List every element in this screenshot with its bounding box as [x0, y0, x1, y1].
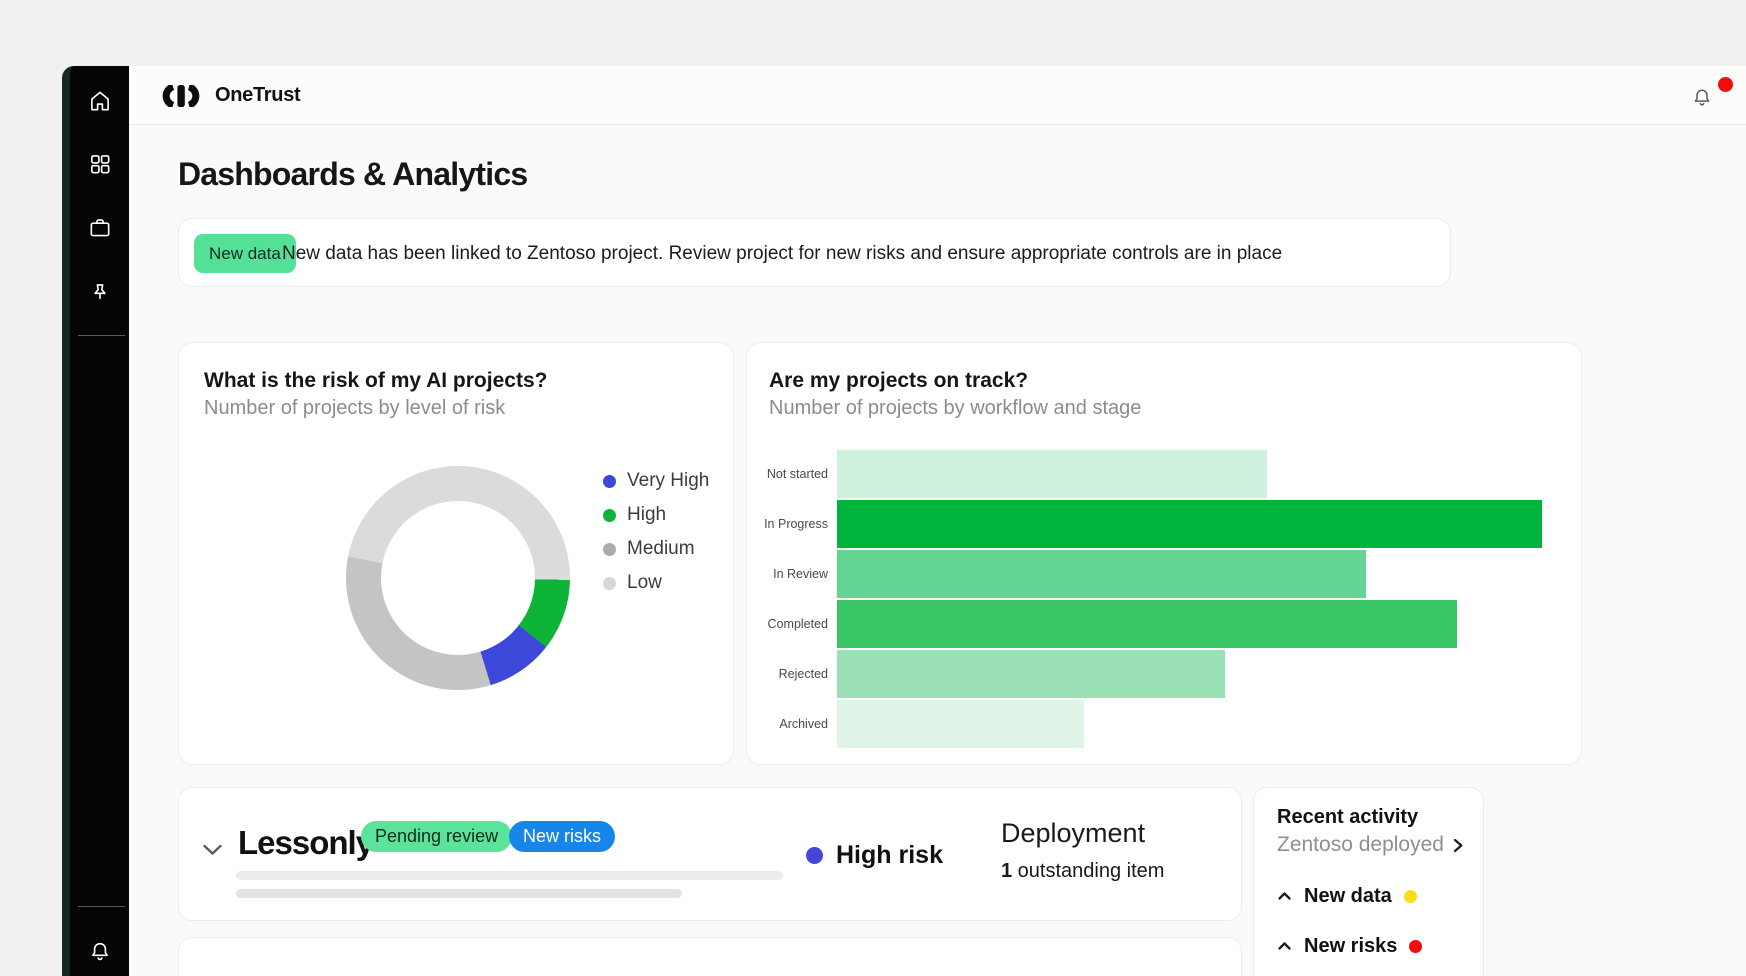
- bar-category-label: Completed: [751, 617, 828, 631]
- screen: OneTrust Dashboards & Analytics New data…: [0, 0, 1746, 976]
- home-icon[interactable]: [87, 88, 113, 114]
- outstanding-count: 1: [1001, 860, 1012, 882]
- new-data-badge: New data: [194, 234, 296, 273]
- bar-fill: [837, 700, 1084, 748]
- sidebar-divider-bottom: [78, 906, 125, 907]
- bar-track: [837, 550, 1542, 598]
- bar-category-label: In Review: [751, 567, 828, 581]
- bar-category-label: Not started: [751, 467, 828, 481]
- brand: OneTrust: [158, 84, 300, 107]
- bar-row-in-progress: In Progress: [751, 500, 1542, 548]
- risk-card-title: What is the risk of my AI projects?: [204, 369, 547, 393]
- high-risk-label: High risk: [836, 841, 943, 870]
- risk-donut-hole: [381, 501, 535, 655]
- bar-row-rejected: Rejected: [751, 650, 1542, 698]
- new-risks-badge: New risks: [509, 821, 615, 852]
- bar-row-completed: Completed: [751, 600, 1542, 648]
- legend-item-medium: Medium: [603, 539, 709, 559]
- zentoso-deployed-label: Zentoso deployed: [1277, 833, 1444, 857]
- project-name: Lessonly: [238, 824, 373, 862]
- bar-track: [837, 650, 1542, 698]
- skeleton-line-2: [236, 889, 682, 898]
- track-card-title: Are my projects on track?: [769, 369, 1028, 393]
- bar-fill: [837, 600, 1457, 648]
- bar-track: [837, 700, 1542, 748]
- chevron-right-icon: [1452, 837, 1464, 854]
- activity-item-new-risks[interactable]: New risks: [1277, 933, 1422, 959]
- high-risk-dot: [806, 847, 823, 864]
- risk-legend: Very High High Medium Low: [603, 471, 709, 607]
- legend-label: Low: [627, 572, 662, 594]
- notification-badge-dot: [1718, 77, 1733, 92]
- legend-label: Medium: [627, 538, 695, 560]
- track-chart-card: Are my projects on track? Number of proj…: [746, 342, 1582, 765]
- bar-category-label: Rejected: [751, 667, 828, 681]
- banner-message: New data has been linked to Zentoso proj…: [282, 219, 1282, 288]
- brand-name: OneTrust: [215, 84, 300, 107]
- legend-item-low: Low: [603, 573, 709, 593]
- outstanding-label: outstanding item: [1012, 860, 1164, 882]
- legend-label: Very High: [627, 470, 709, 492]
- bar-category-label: In Progress: [751, 517, 828, 531]
- bar-fill: [837, 500, 1542, 548]
- bar-track: [837, 500, 1542, 548]
- bar-track: [837, 450, 1542, 498]
- activity-status-dot: [1409, 940, 1422, 953]
- bell-icon[interactable]: [87, 939, 113, 965]
- legend-dot-icon: [603, 509, 616, 522]
- legend-item-very-high: Very High: [603, 471, 709, 491]
- chevron-up-icon: [1277, 941, 1292, 951]
- chevron-up-icon: [1277, 891, 1292, 901]
- bar-fill: [837, 450, 1267, 498]
- grid-icon[interactable]: [87, 151, 113, 177]
- stage-title: Deployment: [1001, 818, 1145, 849]
- bar-row-archived: Archived: [751, 700, 1542, 748]
- briefcase-icon[interactable]: [87, 215, 113, 241]
- legend-dot-icon: [603, 475, 616, 488]
- sidebar: [62, 66, 129, 976]
- legend-item-high: High: [603, 505, 709, 525]
- activity-label: New data: [1304, 885, 1392, 908]
- recent-activity-card: Recent activity Zentoso deployed New dat…: [1253, 787, 1484, 976]
- bar-row-in-review: In Review: [751, 550, 1542, 598]
- recent-activity-title: Recent activity: [1277, 806, 1418, 829]
- legend-label: High: [627, 504, 666, 526]
- notifications-bell-icon[interactable]: [1690, 86, 1724, 120]
- legend-dot-icon: [603, 577, 616, 590]
- pin-icon[interactable]: [87, 280, 113, 306]
- project-card-lessonly: Lessonly Pending review New risks High r…: [178, 787, 1242, 921]
- risk-card-subtitle: Number of projects by level of risk: [204, 397, 505, 420]
- bar-track: [837, 600, 1542, 648]
- sidebar-divider-top: [78, 335, 125, 336]
- bar-category-label: Archived: [751, 717, 828, 731]
- chevron-down-icon[interactable]: [201, 842, 224, 862]
- bar-row-not-started: Not started: [751, 450, 1542, 498]
- status-badge: Pending review: [361, 821, 512, 852]
- skeleton-line-1: [236, 871, 783, 880]
- track-bars: Not started In Progress In Review Completed…: [751, 450, 1542, 750]
- risk-donut-ring: [346, 466, 570, 690]
- activity-status-dot: [1404, 890, 1417, 903]
- activity-list: New data New risks: [1277, 883, 1422, 976]
- topbar: OneTrust: [129, 66, 1746, 125]
- new-data-banner: New data New data has been linked to Zen…: [178, 218, 1451, 287]
- zentoso-deployed-link[interactable]: Zentoso deployed: [1277, 833, 1464, 857]
- track-card-subtitle: Number of projects by workflow and stage: [769, 397, 1141, 420]
- bar-fill: [837, 550, 1366, 598]
- activity-label: New risks: [1304, 935, 1397, 958]
- activity-item-new-data[interactable]: New data: [1277, 883, 1422, 909]
- next-project-card-partial: [178, 937, 1242, 976]
- risk-chart-card: What is the risk of my AI projects? Numb…: [178, 342, 734, 765]
- legend-dot-icon: [603, 543, 616, 556]
- onetrust-logo-icon: [158, 85, 204, 107]
- bar-fill: [837, 650, 1225, 698]
- page-title: Dashboards & Analytics: [178, 156, 527, 193]
- outstanding-items: 1 outstanding item: [1001, 860, 1164, 883]
